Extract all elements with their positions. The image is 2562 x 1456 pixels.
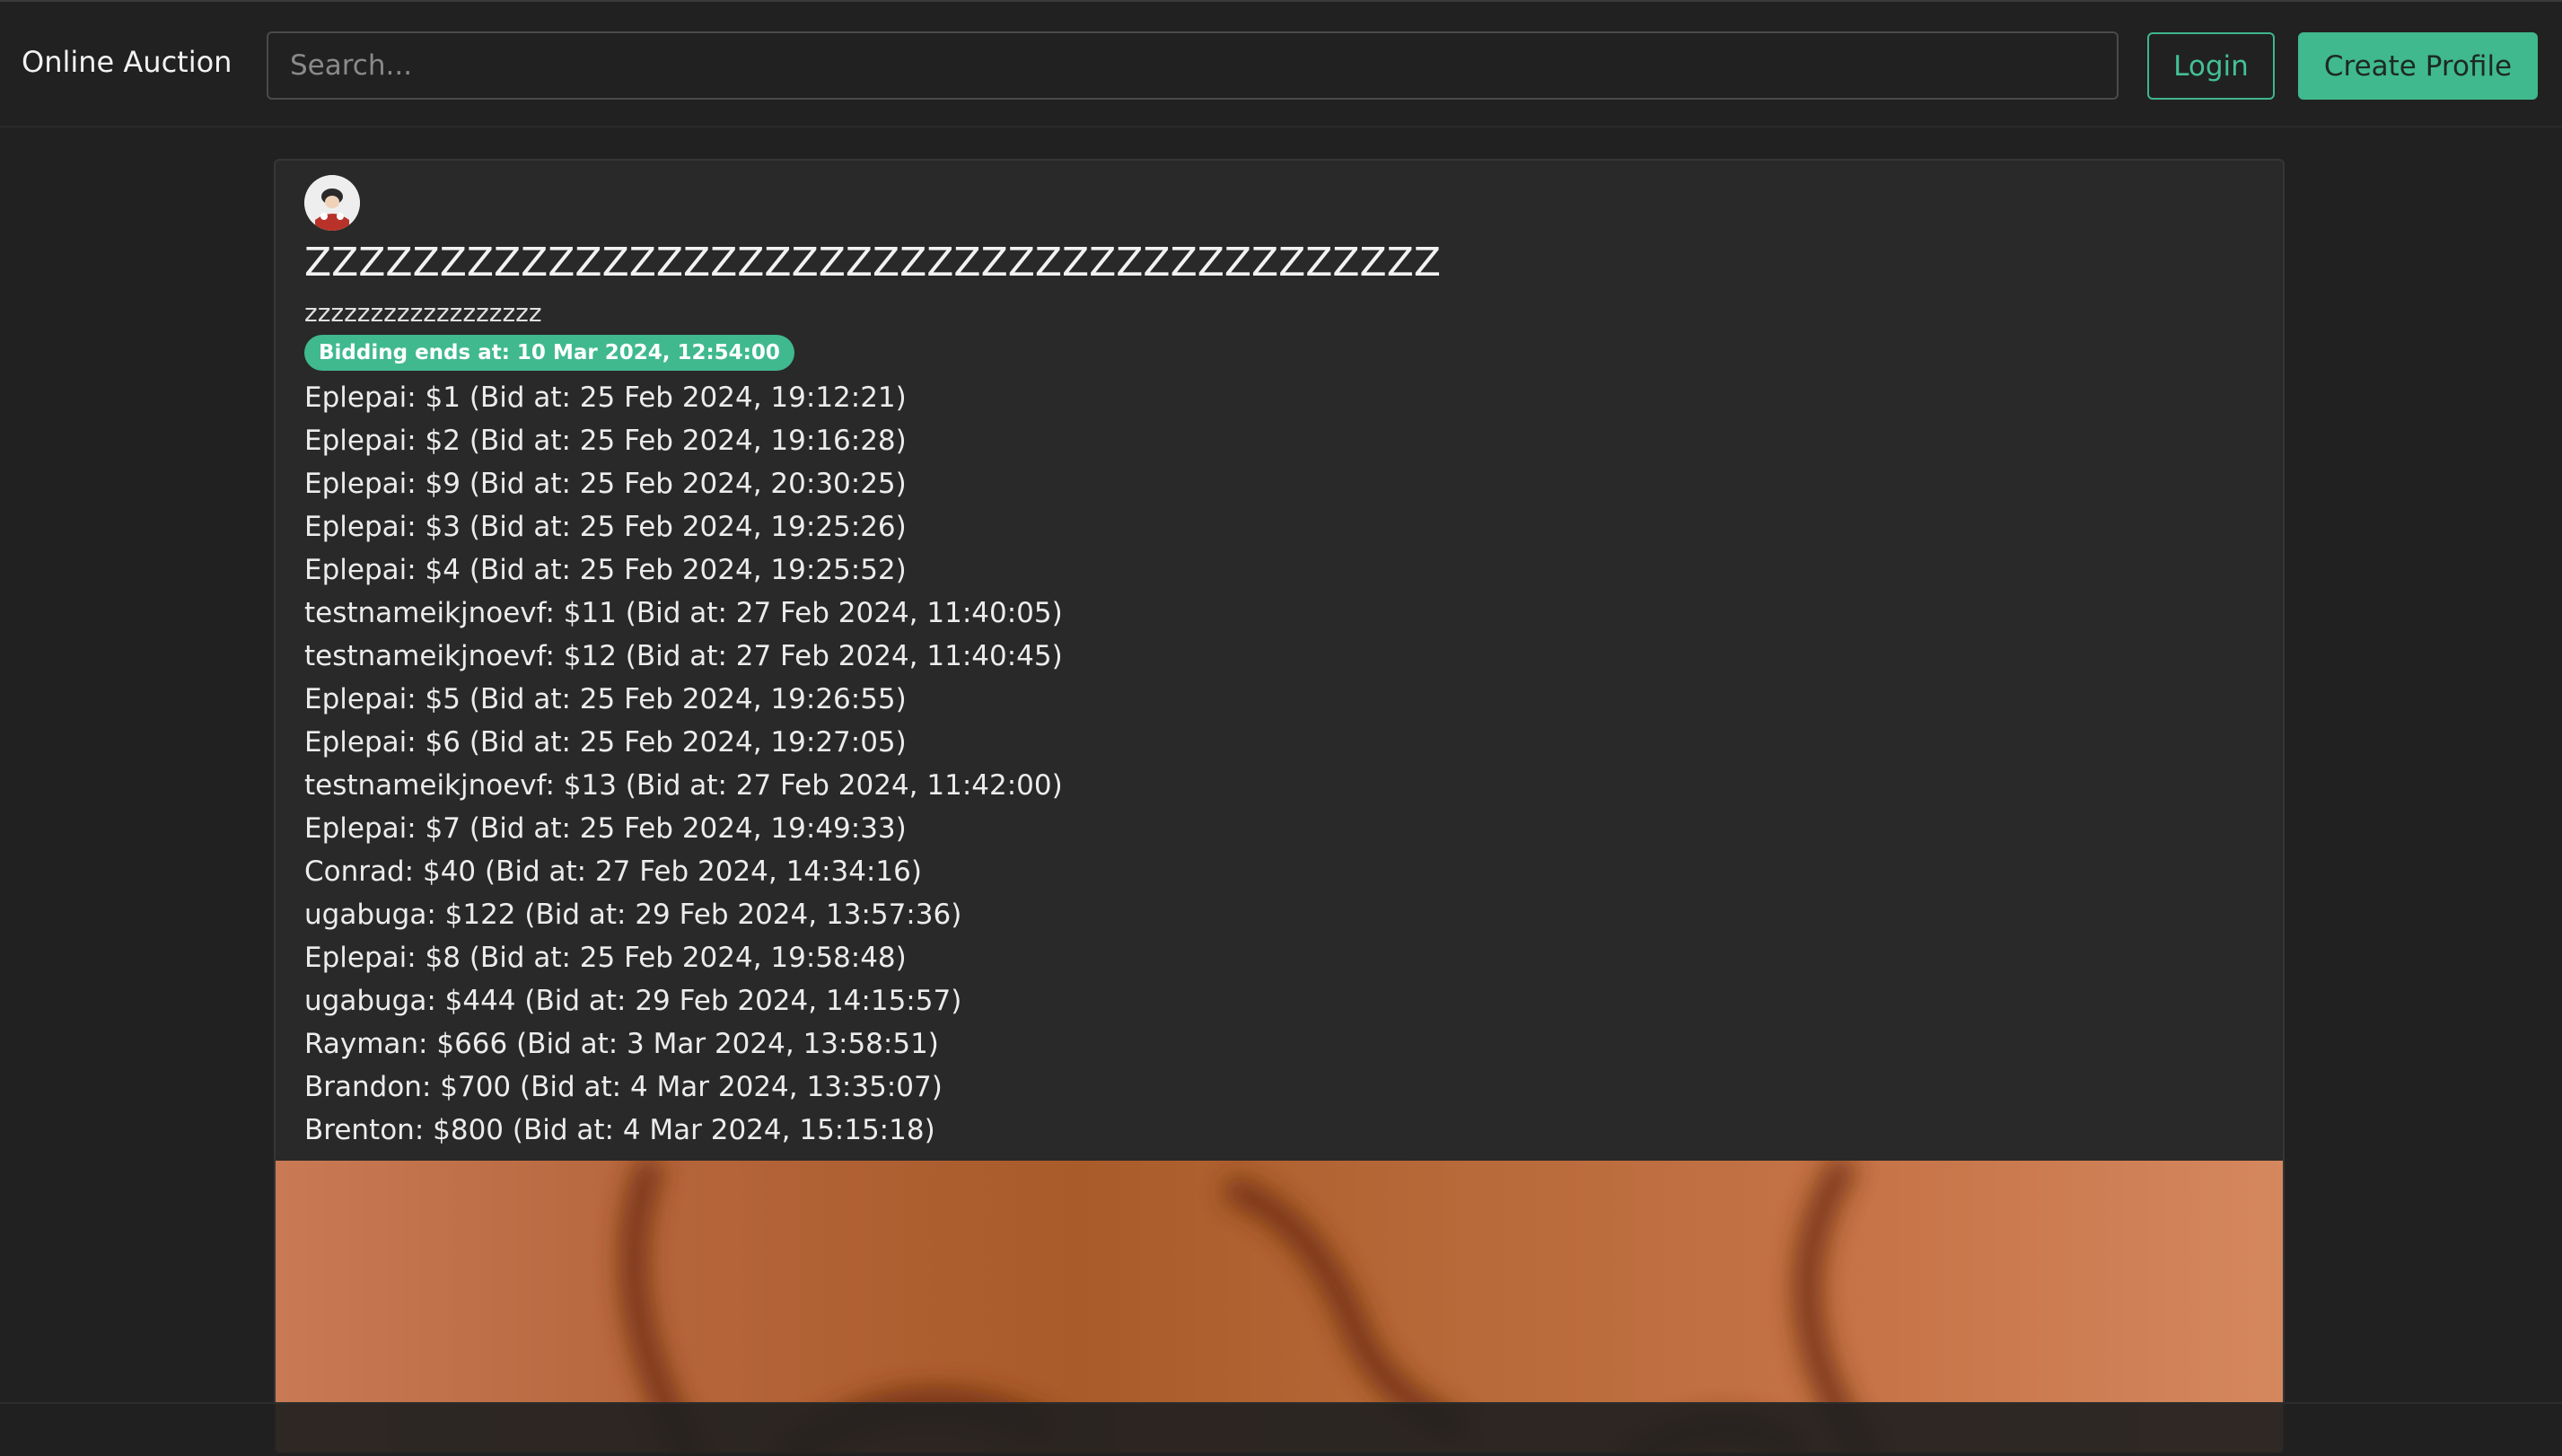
bid-item: Brenton: $800 (Bid at: 4 Mar 2024, 15:15… [304, 1114, 935, 1146]
listing-details: ZZZZZZZZZZZZZZZZZZZZZZZZZZZZZZZZZZZZZZZZ… [304, 175, 2254, 1152]
listing-title: ZZZZZZZZZZZZZZZZZZZZZZZZZZZZZZZZZZZZZZZZ… [304, 240, 1441, 285]
bid-item: ugabuga: $444 (Bid at: 29 Feb 2024, 14:1… [304, 985, 962, 1017]
brand-title[interactable]: Online Auction [22, 45, 232, 79]
top-navbar: Online Auction Login Create Profile [0, 0, 2562, 127]
bid-item: Eplepai: $3 (Bid at: 25 Feb 2024, 19:25:… [304, 511, 907, 543]
avatar-image [304, 175, 360, 231]
bid-item: Eplepai: $9 (Bid at: 25 Feb 2024, 20:30:… [304, 468, 907, 500]
bid-item: Eplepai: $5 (Bid at: 25 Feb 2024, 19:26:… [304, 683, 907, 715]
bid-item: ugabuga: $122 (Bid at: 29 Feb 2024, 13:5… [304, 899, 962, 931]
bid-item: Conrad: $40 (Bid at: 27 Feb 2024, 14:34:… [304, 855, 922, 888]
bid-item: Eplepai: $1 (Bid at: 25 Feb 2024, 19:12:… [304, 382, 907, 414]
bid-list: Eplepai: $1 (Bid at: 25 Feb 2024, 19:12:… [304, 376, 2254, 1152]
search-input[interactable] [267, 31, 2119, 100]
bid-item: testnameikjnoevf: $11 (Bid at: 27 Feb 20… [304, 597, 1063, 629]
bidding-ends-badge: Bidding ends at: 10 Mar 2024, 12:54:00 [304, 335, 794, 371]
seller-avatar [304, 175, 360, 231]
bottom-bar [0, 1402, 2562, 1456]
bid-item: Eplepai: $2 (Bid at: 25 Feb 2024, 19:16:… [304, 425, 907, 457]
create-profile-button[interactable]: Create Profile [2298, 32, 2538, 100]
bid-item: Eplepai: $4 (Bid at: 25 Feb 2024, 19:25:… [304, 554, 907, 586]
bid-item: Eplepai: $8 (Bid at: 25 Feb 2024, 19:58:… [304, 942, 907, 974]
bid-item: Brandon: $700 (Bid at: 4 Mar 2024, 13:35… [304, 1071, 943, 1103]
listing-description: zzzzzzzzzzzzzzzzzz [304, 298, 542, 328]
login-button[interactable]: Login [2147, 32, 2275, 100]
auction-listing-card: ZZZZZZZZZZZZZZZZZZZZZZZZZZZZZZZZZZZZZZZZ… [274, 159, 2285, 1454]
bid-item: Rayman: $666 (Bid at: 3 Mar 2024, 13:58:… [304, 1028, 939, 1060]
bid-item: testnameikjnoevf: $13 (Bid at: 27 Feb 20… [304, 769, 1063, 802]
bid-item: Eplepai: $7 (Bid at: 25 Feb 2024, 19:49:… [304, 812, 907, 845]
bid-item: testnameikjnoevf: $12 (Bid at: 27 Feb 20… [304, 640, 1063, 672]
bid-item: Eplepai: $6 (Bid at: 25 Feb 2024, 19:27:… [304, 726, 907, 759]
